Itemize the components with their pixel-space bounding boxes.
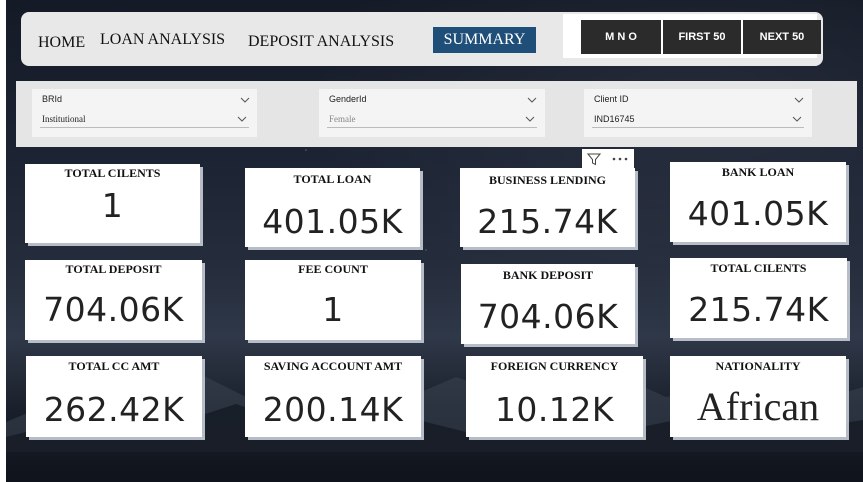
- genderid-slicer-label: GenderId: [329, 94, 367, 104]
- kpi-card-total-loan: TOTAL LOAN 401.05K: [245, 168, 420, 247]
- chevron-down-icon[interactable]: [240, 96, 250, 104]
- client-id-slicer-value[interactable]: IND16745: [592, 111, 804, 128]
- visual-header: [582, 149, 634, 169]
- page-button-group: M N O FIRST 50 NEXT 50: [563, 14, 821, 58]
- chevron-down-icon[interactable]: [794, 96, 804, 104]
- card-value: 215.74K: [477, 202, 618, 241]
- kpi-card-bank-loan: BANK LOAN 401.05K: [670, 162, 846, 242]
- brid-slicer[interactable]: BRId Institutional: [32, 89, 257, 137]
- mno-button[interactable]: M N O: [581, 20, 661, 54]
- kpi-card-total-clients: TOTAL CILENTS 1: [25, 164, 200, 243]
- card-value: 215.74K: [688, 290, 829, 329]
- genderid-selected-value: Female: [329, 114, 356, 124]
- nav-loan-analysis-link[interactable]: LOAN ANALYSIS: [100, 31, 225, 49]
- card-value: 401.05K: [262, 202, 403, 241]
- card-title: BANK DEPOSIT: [502, 268, 594, 282]
- card-value: 262.42K: [43, 390, 185, 429]
- genderid-slicer[interactable]: GenderId Female: [319, 89, 545, 137]
- card-value: 1: [101, 186, 124, 225]
- card-value: 200.14K: [262, 390, 404, 429]
- card-value: 10.12K: [494, 390, 615, 429]
- kpi-card-total-cc-amt: TOTAL CC AMT 262.42K: [26, 356, 202, 437]
- chevron-down-icon[interactable]: [792, 115, 802, 123]
- brid-selected-value: Institutional: [42, 114, 86, 124]
- card-value: 1: [322, 290, 344, 329]
- card-value: 401.05K: [687, 194, 829, 233]
- card-title: TOTAL CILENTS: [64, 166, 161, 180]
- nav-deposit-analysis-link[interactable]: DEPOSIT ANALYSIS: [248, 33, 394, 51]
- kpi-card-nationality: NATIONALITY African: [670, 356, 846, 437]
- card-title: TOTAL CILENTS: [710, 261, 807, 275]
- kpi-card-bank-deposit: BANK DEPOSIT 704.06K: [461, 264, 635, 344]
- chevron-down-icon[interactable]: [525, 115, 535, 123]
- chevron-down-icon[interactable]: [527, 96, 537, 104]
- card-value: 704.06K: [477, 297, 619, 336]
- card-title: SAVING ACCOUNT AMT: [263, 359, 403, 373]
- card-title: TOTAL LOAN: [293, 172, 372, 186]
- filter-panel: BRId Institutional GenderId Female Clien…: [16, 81, 857, 147]
- client-id-slicer[interactable]: Client ID IND16745: [584, 89, 812, 137]
- card-title: TOTAL DEPOSIT: [65, 262, 162, 276]
- kpi-card-total-clients-2: TOTAL CILENTS 215.74K: [670, 258, 847, 338]
- kpi-card-fee-count: FEE COUNT 1: [245, 260, 421, 340]
- card-title: BANK LOAN: [721, 165, 795, 179]
- card-value: 704.06K: [43, 290, 184, 329]
- kpi-card-foreign-currency: FOREIGN CURRENCY 10.12K: [466, 356, 643, 437]
- kpi-card-total-deposit: TOTAL DEPOSIT 704.06K: [25, 260, 202, 340]
- chevron-down-icon[interactable]: [237, 115, 247, 123]
- client-id-selected-value: IND16745: [594, 114, 635, 124]
- card-title: NATIONALITY: [715, 359, 801, 373]
- next-50-button[interactable]: NEXT 50: [743, 20, 821, 54]
- kpi-card-business-lending: BUSINESS LENDING 215.74K: [460, 168, 635, 247]
- kpi-card-saving-account-amt: SAVING ACCOUNT AMT 200.14K: [245, 356, 421, 437]
- nav-summary-tab[interactable]: SUMMARY: [433, 27, 536, 53]
- nav-home-link[interactable]: HOME: [38, 34, 85, 52]
- navigation-bar: HOME LOAN ANALYSIS DEPOSIT ANALYSIS SUMM…: [21, 12, 823, 66]
- brid-slicer-value[interactable]: Institutional: [40, 111, 249, 128]
- card-title: FEE COUNT: [298, 262, 368, 276]
- card-value: African: [696, 384, 820, 429]
- first-50-button[interactable]: FIRST 50: [663, 20, 741, 54]
- filter-icon[interactable]: [587, 152, 601, 166]
- genderid-slicer-value[interactable]: Female: [327, 111, 537, 128]
- card-title: BUSINESS LENDING: [488, 173, 607, 187]
- card-title: TOTAL CC AMT: [68, 359, 160, 373]
- card-title: FOREIGN CURRENCY: [490, 359, 619, 373]
- client-id-slicer-label: Client ID: [594, 94, 629, 104]
- more-options-icon[interactable]: [611, 156, 629, 162]
- brid-slicer-label: BRId: [42, 94, 63, 104]
